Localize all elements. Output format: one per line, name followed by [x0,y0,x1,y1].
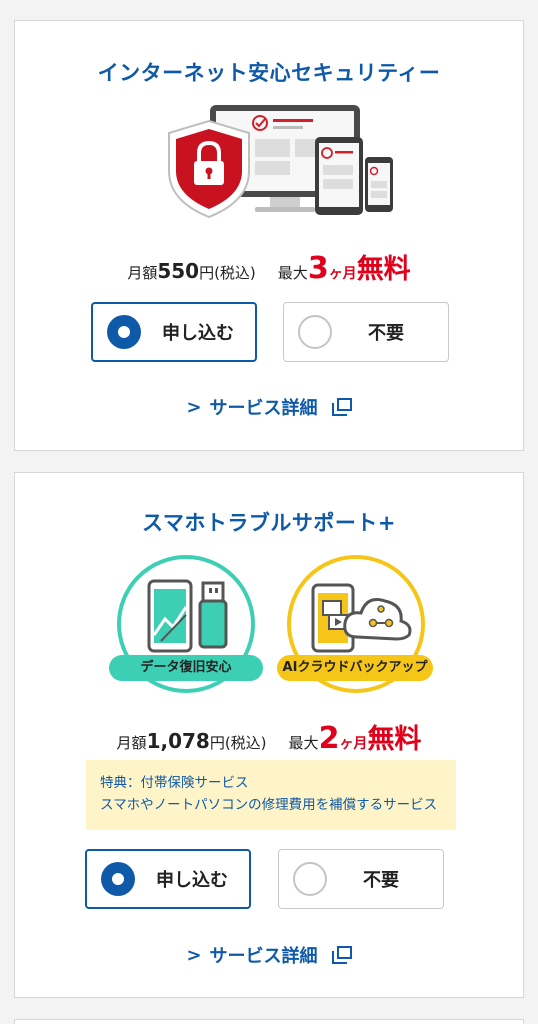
support-perk-box: 特典：付帯保険サービス スマホやノートパソコンの修理費用を補償するサービス [86,760,456,830]
support-apply-label: 申し込む [156,870,228,891]
radio-selected-icon[interactable] [101,862,135,896]
support-decline-option[interactable]: 不要 [278,849,444,909]
security-apply-label: 申し込む [162,323,234,344]
security-apply-option[interactable]: 申し込む [91,302,257,362]
perk-line-2: スマホやノートパソコンの修理費用を補償するサービス [100,797,438,813]
support-decline-label: 不要 [363,870,399,891]
support-title: スマホトラブルサポート+ [142,511,396,535]
support-detail-link[interactable]: > サービス詳細 [15,942,523,968]
perk-line-1: 特典：付帯保険サービス [100,775,249,791]
chevron-right-icon: > [186,396,202,418]
security-decline-option[interactable]: 不要 [283,302,449,362]
support-price: 月額1,078円(税込) 最大2ヶ月無料 [116,721,422,756]
external-link-icon [331,398,352,416]
support-service-card: スマホトラブルサポート+ データ復旧安心 AIクラウドバックアップ 月額1,07… [14,472,524,998]
next-service-card [14,1019,524,1024]
support-detail-label: サービス詳細 [209,946,318,967]
chevron-right-icon: > [186,944,202,966]
radio-unselected-icon[interactable] [293,862,327,896]
radio-unselected-icon[interactable] [298,315,332,349]
security-decline-label: 不要 [368,323,404,344]
security-detail-link[interactable]: > サービス詳細 [15,394,523,420]
security-illustration [168,105,393,219]
security-title: インターネット安心セキュリティー [97,61,441,85]
usb-drive-icon [198,581,228,649]
phone-graph-icon [147,579,193,653]
radio-selected-icon[interactable] [107,315,141,349]
data-recovery-badge: データ復旧安心 [109,655,263,681]
security-detail-label: サービス詳細 [209,398,318,419]
security-price: 月額550円(税込) 最大3ヶ月無料 [127,251,411,286]
support-apply-option[interactable]: 申し込む [85,849,251,909]
security-service-card: インターネット安心セキュリティー 月額550円(税込) 最大3ヶ月無料 申し込む… [14,20,524,451]
external-link-icon [331,946,352,964]
cloud-backup-badge: AIクラウドバックアップ [277,655,433,681]
